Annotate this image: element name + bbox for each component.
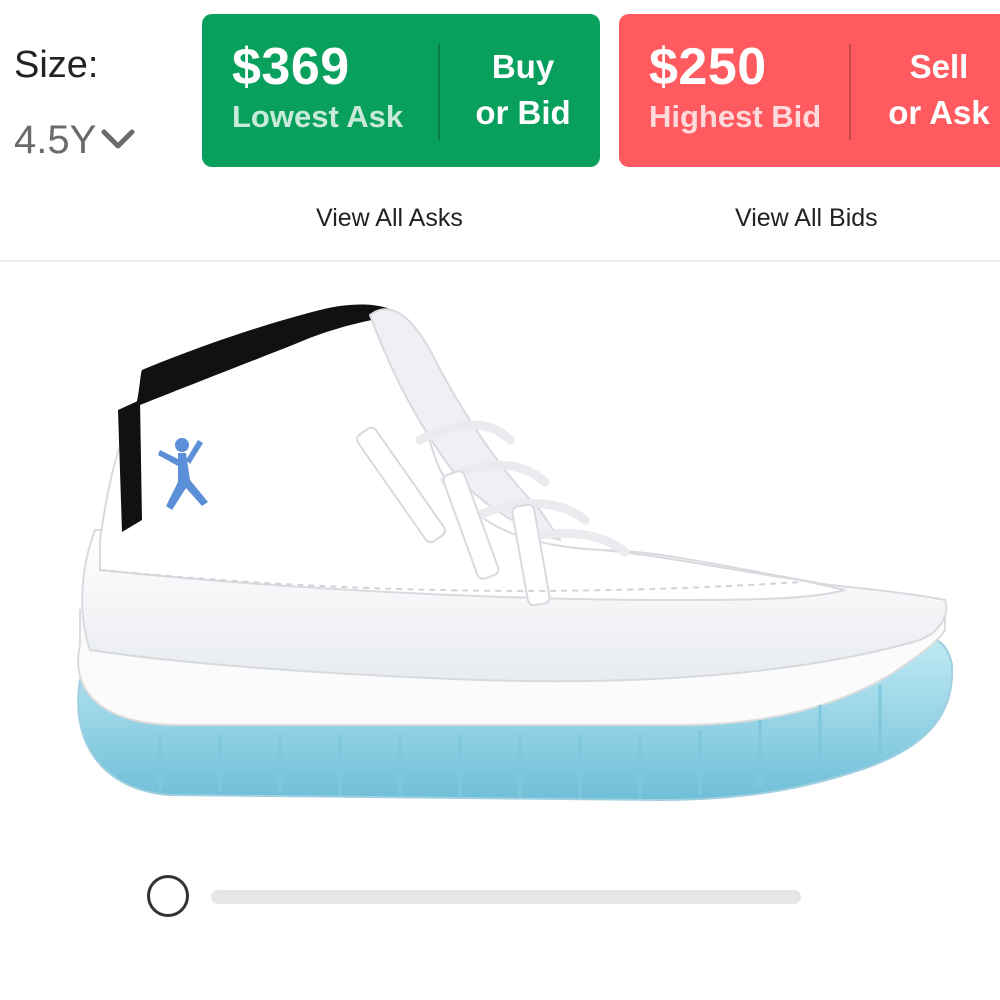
highest-bid-caption: Highest Bid — [649, 99, 822, 134]
buy-label: Buy — [491, 48, 555, 85]
or-bid-label: or Bid — [475, 94, 571, 131]
size-value: 4.5Y — [14, 118, 97, 162]
view-all-bids-link[interactable]: View All Bids — [735, 204, 878, 233]
section-divider — [0, 260, 1000, 262]
card-divider — [849, 44, 851, 140]
sell-label: Sell — [909, 48, 969, 85]
lowest-ask-caption: Lowest Ask — [232, 99, 404, 134]
card-divider — [438, 44, 440, 140]
highest-bid-card[interactable]: $250 Highest Bid Sell or Ask — [619, 14, 1000, 167]
buy-or-bid-button[interactable]: Buy or Bid — [458, 44, 588, 136]
or-ask-label: or Ask — [888, 94, 990, 131]
highest-bid-price: $250 — [649, 38, 767, 96]
chevron-down-icon — [101, 129, 135, 148]
size-selector[interactable]: 4.5Y — [14, 118, 136, 163]
sell-or-ask-button[interactable]: Sell or Ask — [869, 44, 1000, 136]
sneaker-image — [77, 304, 954, 802]
size-label: Size: — [14, 44, 99, 86]
view-all-asks-link[interactable]: View All Asks — [316, 204, 463, 233]
360-view-slider-track[interactable] — [211, 890, 801, 904]
lowest-ask-card[interactable]: $369 Lowest Ask Buy or Bid — [202, 14, 600, 167]
product-page: Size: 4.5Y $369 Lowest Ask Buy or Bid $2… — [0, 0, 1000, 1000]
lowest-ask-price: $369 — [232, 38, 350, 96]
360-view-slider-thumb[interactable] — [147, 875, 189, 917]
